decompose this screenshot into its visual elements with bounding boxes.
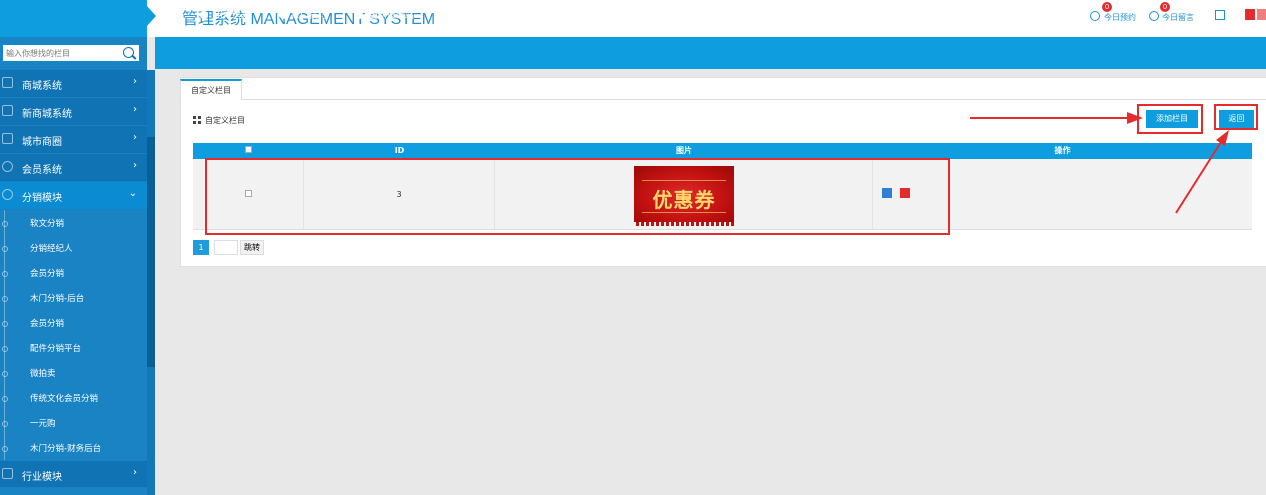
back-button[interactable]: 返回 [1219,110,1254,128]
globe-icon [355,11,363,19]
megaphone-icon [277,11,285,19]
toolbar-version[interactable]: V版本» [521,0,597,32]
menu-item-city[interactable]: 城市商圈 › [0,126,147,154]
grid-icon [193,116,201,124]
row-select-cell[interactable] [193,159,304,229]
delete-icon[interactable] [900,188,910,198]
status-badge: 0 [1102,2,1112,12]
toolbar-user-info[interactable]: 用户信息 [190,0,267,32]
bullet-icon [2,246,8,252]
select-all-header[interactable] [193,143,304,159]
row-id-cell: 3 [304,159,495,229]
coupon-image-text: 优惠券 [652,188,716,212]
select-all-checkbox[interactable] [245,146,252,153]
sidebar-sub-item[interactable]: 传统文化会员分销 [0,385,147,410]
coupon-image: 优惠券 [634,166,734,226]
table-header: ID 图片 操作 [193,143,1252,159]
bullet-icon [2,296,8,302]
logo-area [0,0,147,37]
bullet-icon [2,271,8,277]
menu-item-distribution[interactable]: 分销模块 ⌄ [0,182,147,210]
bullet-icon [2,446,8,452]
toolbar-home[interactable]: ⌂ [157,0,190,32]
user-icon [200,11,208,19]
chevron-right-icon: › [133,76,137,87]
section-title: 自定义栏目 [193,115,245,126]
eye-icon [443,13,451,19]
sidebar-sub-item[interactable]: 分销经纪人 [0,235,147,260]
page-jump-button[interactable]: 跳转 [240,240,264,255]
menu-item-member[interactable]: 会员系统 › [0,154,147,182]
toolbar-promotion-tips[interactable]: 推广技巧 [267,0,345,32]
chevron-right-icon: › [133,132,137,143]
tab-divider [180,99,1266,100]
bullet-icon [2,221,8,227]
menu-item-mall[interactable]: 商城系统 › [0,70,147,98]
user-icon [1090,11,1100,21]
search-input[interactable] [3,45,121,61]
bullet-icon [2,421,8,427]
sidebar-sub-item[interactable]: 会员分销 [0,310,147,335]
chevron-right-icon: › [133,160,137,171]
sidebar-sub-item[interactable]: 一元购 [0,410,147,435]
bullet-icon [2,346,8,352]
sidebar-sub-item[interactable]: 微拍卖 [0,360,147,385]
home-icon: ⌂ [169,9,177,22]
member-icon [2,161,13,172]
today-appointments-link[interactable]: 今日预约 [1104,12,1136,23]
cart-icon [2,133,13,144]
chevron-down-icon: ⌄ [128,188,137,199]
toolbar-update-site[interactable]: 更新微网站 [345,0,433,32]
pagination-current-page[interactable]: 1 [193,240,209,255]
sidebar-sub-item[interactable]: 木门分销-后台 [0,285,147,310]
logout-icon[interactable] [1245,9,1255,20]
menu-item-new-mall[interactable]: 新商城系统 › [0,98,147,126]
top-toolbar [155,37,1266,69]
sidebar-search[interactable] [2,44,140,62]
chevron-right-icon: › [133,467,137,478]
cart-icon [2,77,13,88]
coupon-decoration-line [642,180,726,181]
sidebar-toggle-icon[interactable] [147,6,156,26]
menu-item-industry[interactable]: 行业模块 › [0,460,147,488]
search-icon[interactable] [123,47,134,58]
today-messages-link[interactable]: 今日留言 [1162,12,1194,23]
logout-label-fragment[interactable] [1257,9,1266,20]
coupon-fringe [634,222,734,226]
row-actions-cell [873,159,1252,229]
grid-icon [2,468,13,479]
tab-custom-column[interactable]: 自定义栏目 [180,79,242,100]
cart-icon [2,105,13,116]
coupon-decoration-line [642,212,726,213]
share-icon [2,189,13,200]
add-column-button[interactable]: 添加栏目 [1146,110,1198,128]
double-chevron-right-icon: » [570,9,577,22]
sidebar-scrollbar-thumb[interactable] [147,137,155,367]
page-jump-input[interactable] [214,240,238,255]
sidebar-sub-item[interactable]: 软文分销 [0,210,147,235]
bullet-icon [2,371,8,377]
column-header-id: ID [394,146,405,155]
bullet-icon [2,321,8,327]
edit-icon[interactable] [882,188,892,198]
status-badge: 0 [1160,2,1170,12]
bullet-icon [2,396,8,402]
phone-icon [531,12,539,20]
sidebar-sub-item[interactable]: 配件分销平台 [0,335,147,360]
qrcode-icon[interactable] [1215,10,1225,20]
chat-icon [1149,11,1159,21]
chevron-right-icon: › [133,104,137,115]
toolbar-preview-site[interactable]: 微官网预览 [433,0,521,32]
sidebar-sub-item[interactable]: 木门分销-财务后台 [0,435,147,460]
row-checkbox[interactable] [244,190,252,197]
column-header-image: 图片 [676,146,692,155]
sidebar-sub-item[interactable]: 会员分销 [0,260,147,285]
column-header-actions: 操作 [1054,146,1071,155]
